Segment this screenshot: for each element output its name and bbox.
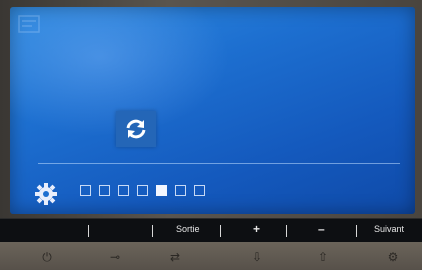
separator [356, 225, 357, 237]
option-dot[interactable] [99, 185, 110, 196]
hardware-buttons: ⏻ ⊸ ⇄ ⇩ ⇧ ⚙ [0, 242, 422, 270]
osd-screen [10, 7, 415, 214]
osd-divider [38, 163, 400, 164]
button-label-bar: Sortie + – Suivant [0, 218, 422, 243]
separator [286, 225, 287, 237]
refresh-button[interactable] [116, 111, 156, 147]
option-dot[interactable] [118, 185, 129, 196]
label-suivant: Suivant [374, 224, 405, 234]
label-plus: + [253, 222, 261, 236]
gear-icon [35, 183, 57, 205]
option-dot[interactable] [80, 185, 91, 196]
separator [88, 225, 89, 237]
key-icon[interactable]: ⊸ [106, 248, 124, 266]
refresh-icon [126, 119, 146, 139]
separator [220, 225, 221, 237]
option-dot[interactable] [175, 185, 186, 196]
option-dots [80, 185, 205, 196]
option-dot[interactable] [137, 185, 148, 196]
option-dot[interactable] [194, 185, 205, 196]
input-icon[interactable]: ⇄ [166, 248, 184, 266]
settings-icon[interactable]: ⚙ [384, 248, 402, 266]
up-arrow-icon[interactable]: ⇧ [314, 248, 332, 266]
power-icon[interactable]: ⏻ [38, 248, 56, 266]
option-dot[interactable] [156, 185, 167, 196]
menu-icon [18, 15, 40, 33]
down-arrow-icon[interactable]: ⇩ [248, 248, 266, 266]
label-minus: – [318, 222, 325, 236]
separator [152, 225, 153, 237]
label-sortie: Sortie [176, 224, 200, 234]
